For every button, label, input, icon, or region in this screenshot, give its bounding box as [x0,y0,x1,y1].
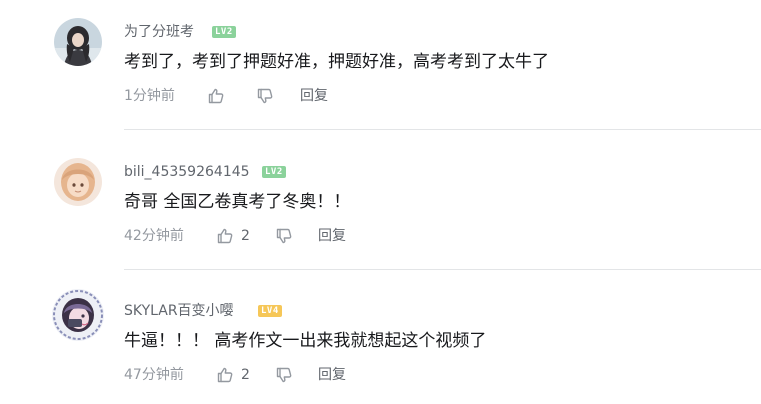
thumbs-down-icon [276,228,292,244]
thumbs-up-icon [217,367,233,383]
timestamp: 42分钟前 [124,228,184,244]
comment-text: 牛逼！！！ 高考作文一出来我就想起这个视频了 [124,331,487,351]
dislike-button[interactable] [275,226,293,246]
level-badge: LV2 [262,166,286,178]
thumbs-down-icon [257,88,273,104]
username[interactable]: 为了分班考 [124,23,194,41]
timestamp: 47分钟前 [124,367,184,383]
comment-meta: 47分钟前 2 回复 [124,365,524,385]
level-badge: LV4 [258,305,282,317]
username[interactable]: SKYLAR百变小嘤 [124,302,234,320]
like-button[interactable] [207,86,232,106]
comment-meta: 1分钟前 回复 [124,86,524,106]
reply-button[interactable]: 回复 [318,365,346,385]
comment-item: 为了分班考 LV2 考到了，考到了押题好准，押题好准，高考考到了太牛了 1分钟前… [0,0,761,130]
like-button[interactable]: 2 [216,226,250,246]
avatar[interactable] [54,18,102,66]
dislike-button[interactable] [275,365,293,385]
level-badge: LV2 [212,26,236,38]
username[interactable]: bili_45359264145 [124,163,250,181]
avatar[interactable] [52,289,104,341]
reply-button[interactable]: 回复 [300,86,328,106]
comment-text: 奇哥 全国乙卷真考了冬奥！！ [124,192,351,212]
thumbs-down-icon [276,367,292,383]
comment-item: SKYLAR百变小嘤 LV4 牛逼！！！ 高考作文一出来我就想起这个视频了 47… [0,270,761,404]
like-count: 2 [241,228,250,244]
thumbs-up-icon [217,228,233,244]
like-count: 2 [241,367,250,383]
thumbs-up-icon [208,88,224,104]
avatar[interactable] [54,158,102,206]
reply-button[interactable]: 回复 [318,226,346,246]
dislike-button[interactable] [256,86,274,106]
comment-item: bili_45359264145 LV2 奇哥 全国乙卷真考了冬奥！！ 42分钟… [0,130,761,270]
like-button[interactable]: 2 [216,365,250,385]
comment-text: 考到了，考到了押题好准，押题好准，高考考到了太牛了 [124,52,549,72]
comment-meta: 42分钟前 2 回复 [124,226,524,246]
timestamp: 1分钟前 [124,88,175,104]
